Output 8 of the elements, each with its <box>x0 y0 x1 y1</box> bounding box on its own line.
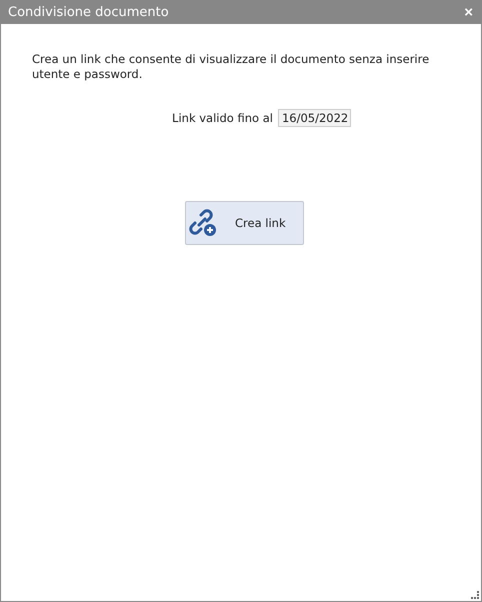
resize-grip-icon[interactable] <box>471 591 479 599</box>
create-link-button[interactable]: Crea link <box>185 201 304 245</box>
expiry-label: Link valido fino al <box>172 111 273 125</box>
close-button[interactable]: × <box>464 5 473 20</box>
description-text: Crea un link che consente di visualizzare il documento senza inserire utente e password. <box>32 52 430 82</box>
window-title: Condivisione documento <box>8 5 169 20</box>
chain-plus-icon <box>189 209 217 237</box>
date-field[interactable]: 16/05/2022 <box>278 109 351 127</box>
